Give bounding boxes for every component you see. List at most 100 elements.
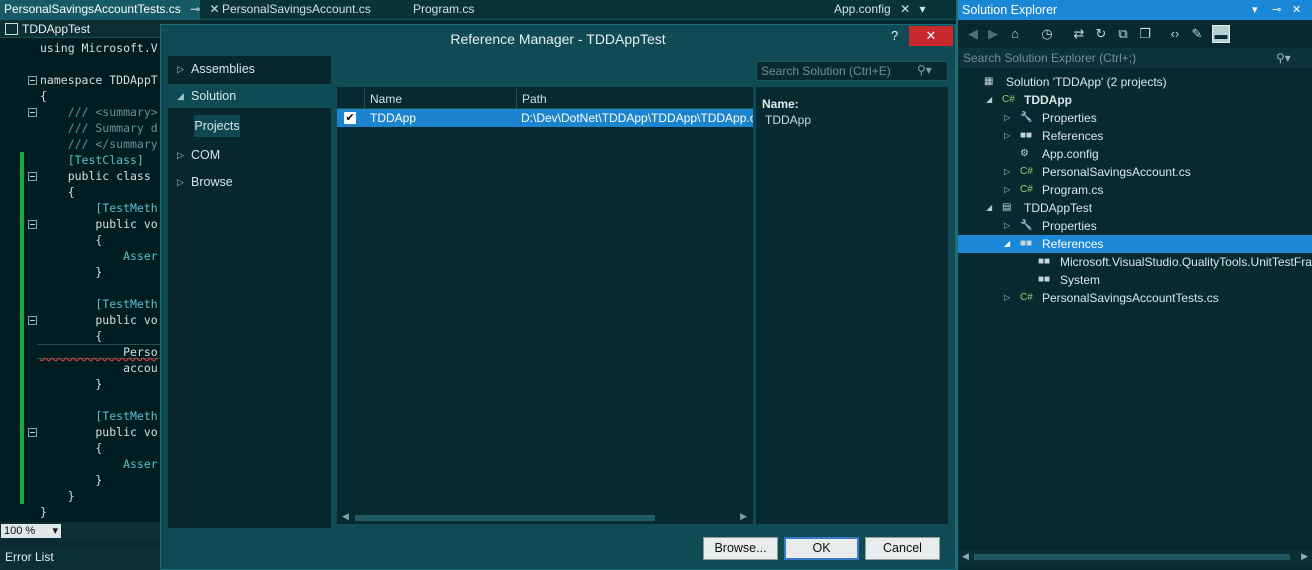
code-line[interactable]: /// </summary	[40, 136, 158, 152]
tree-expander-icon[interactable]: ◢	[986, 91, 992, 109]
table-row[interactable]: ✔ TDDApp D:\Dev\DotNet\TDDApp\TDDApp\TDD…	[337, 109, 753, 127]
code-line[interactable]: /// Summary d	[40, 120, 158, 136]
code-line[interactable]: {	[40, 440, 102, 456]
code-line[interactable]: [TestClass]	[40, 152, 144, 168]
zoom-dropdown[interactable]: 100 % ▾	[1, 524, 61, 538]
tree-node[interactable]: ▷ ■■ References	[958, 127, 1312, 145]
tab-personalsavingsaccount[interactable]: PersonalSavingsAccount.cs	[218, 0, 371, 20]
type-navigation-dropdown[interactable]: TDDAppTest	[0, 20, 160, 38]
nav-item-solution[interactable]: ◢ Solution	[168, 84, 331, 108]
code-line[interactable]: public class	[40, 168, 158, 184]
back-icon[interactable]: ◀	[964, 25, 982, 43]
tree-expander-icon[interactable]: ▷	[1004, 217, 1010, 235]
tab-program[interactable]: Program.cs	[409, 0, 474, 20]
code-line[interactable]: }	[40, 472, 102, 488]
refresh-icon[interactable]: ↻	[1092, 25, 1110, 43]
horizontal-scrollbar[interactable]: ◀ ▶	[958, 550, 1312, 564]
code-line[interactable]: [TestMeth	[40, 408, 157, 424]
nav-item-com[interactable]: ▷ COM	[168, 143, 331, 167]
code-line[interactable]: using Microsoft.V	[40, 40, 158, 56]
history-icon[interactable]: ◷	[1038, 25, 1056, 43]
pin-icon[interactable]: ⊸	[1272, 0, 1281, 20]
dialog-search-input[interactable]	[761, 63, 911, 79]
error-list-tab[interactable]: Error List	[0, 546, 160, 570]
code-line[interactable]: /// <summary>	[40, 104, 158, 120]
cancel-button[interactable]: Cancel	[865, 537, 940, 560]
close-icon[interactable]: ✕	[900, 2, 910, 16]
tab-app-config[interactable]: App.config ✕ ▾	[830, 0, 926, 20]
tree-node[interactable]: ▷ C# PersonalSavingsAccount.cs	[958, 163, 1312, 181]
code-line[interactable]: {	[40, 184, 75, 200]
tree-node[interactable]: ▦ Solution 'TDDApp' (2 projects)	[958, 73, 1312, 91]
code-line[interactable]: }	[40, 264, 102, 280]
code-line[interactable]: {	[40, 88, 47, 104]
tree-node[interactable]: ⚙ App.config	[958, 145, 1312, 163]
tree-node[interactable]: ◢ C# TDDApp	[958, 91, 1312, 109]
code-line[interactable]: }	[40, 376, 102, 392]
scroll-thumb[interactable]	[974, 554, 1290, 560]
solution-explorer-search-box[interactable]: ⚲▾	[958, 48, 1312, 68]
solution-explorer-search-input[interactable]	[963, 50, 1263, 66]
tree-expander-icon[interactable]: ▷	[1004, 289, 1010, 307]
tree-expander-icon[interactable]: ▷	[1004, 127, 1010, 145]
scroll-right-icon[interactable]: ▶	[1301, 551, 1308, 562]
code-line[interactable]: Asser	[40, 248, 158, 264]
code-line[interactable]: [TestMeth	[40, 200, 157, 216]
tree-node[interactable]: ◢ ■■ References	[958, 235, 1312, 253]
scroll-left-icon[interactable]: ◀	[962, 551, 969, 562]
home-icon[interactable]: ⌂	[1006, 25, 1024, 43]
tree-expander-icon[interactable]: ◢	[1004, 235, 1010, 253]
tree-node[interactable]: ▷ 🔧 Properties	[958, 217, 1312, 235]
code-line[interactable]: Perso	[40, 344, 158, 360]
tree-node[interactable]: ■■ Microsoft.VisualStudio.QualityTools.Un…	[958, 253, 1312, 271]
code-line[interactable]: accou	[40, 360, 158, 376]
code-line[interactable]: {	[40, 232, 102, 248]
tab-overflow-dropdown-icon[interactable]: ▾	[919, 2, 925, 16]
code-line[interactable]: Asser	[40, 456, 158, 472]
search-icon[interactable]: ⚲▾	[917, 63, 932, 77]
search-icon[interactable]: ⚲▾	[1276, 51, 1291, 65]
help-icon[interactable]: ?	[891, 28, 898, 43]
fold-toggle-icon[interactable]	[28, 76, 37, 85]
close-button[interactable]: ✕	[909, 26, 953, 46]
pin-icon[interactable]: ⊸	[190, 2, 200, 16]
nav-item-projects[interactable]: Projects	[194, 115, 240, 137]
column-header-path[interactable]: Path	[516, 89, 753, 109]
scroll-thumb[interactable]	[355, 515, 655, 521]
nav-item-browse[interactable]: ▷ Browse	[168, 170, 331, 194]
fold-toggle-icon[interactable]	[28, 316, 37, 325]
code-line[interactable]: }	[40, 488, 75, 504]
tree-expander-icon[interactable]: ▷	[1004, 181, 1010, 199]
column-header-name[interactable]: Name	[364, 89, 516, 109]
code-line[interactable]: {	[40, 328, 102, 344]
tree-expander-icon[interactable]: ▷	[1004, 109, 1010, 127]
tree-node[interactable]: ■■ System	[958, 271, 1312, 289]
fold-toggle-icon[interactable]	[28, 108, 37, 117]
collapse-all-icon[interactable]: ⧉	[1114, 25, 1132, 43]
browse-button[interactable]: Browse...	[703, 537, 778, 560]
code-line[interactable]: [TestMeth	[40, 296, 157, 312]
code-line[interactable]: public vo	[40, 216, 157, 232]
window-position-dropdown-icon[interactable]: ▾	[1252, 0, 1258, 20]
properties-icon[interactable]: ✎	[1188, 25, 1206, 43]
tree-expander-icon[interactable]: ▷	[1004, 163, 1010, 181]
reference-checkbox[interactable]: ✔	[344, 112, 356, 124]
preview-icon[interactable]: ▬	[1212, 25, 1230, 43]
code-line[interactable]: public vo	[40, 424, 157, 440]
tab-personalsavingsaccounttests[interactable]: PersonalSavingsAccountTests.cs ⊸ ✕	[0, 0, 220, 20]
scroll-right-icon[interactable]: ▶	[740, 511, 747, 522]
code-line[interactable]: }	[40, 504, 47, 520]
code-editor[interactable]: using Microsoft.V namespace TDDAppT { /// …	[0, 38, 160, 522]
fold-toggle-icon[interactable]	[28, 428, 37, 437]
scroll-left-icon[interactable]: ◀	[342, 511, 349, 522]
view-code-icon[interactable]: ‹›	[1166, 25, 1184, 43]
code-line[interactable]: namespace TDDAppT	[40, 72, 158, 88]
tree-node[interactable]: ◢ ▤ TDDAppTest	[958, 199, 1312, 217]
horizontal-scrollbar[interactable]: ◀ ▶	[337, 511, 753, 524]
tree-expander-icon[interactable]: ◢	[986, 199, 992, 217]
tree-node[interactable]: ▷ 🔧 Properties	[958, 109, 1312, 127]
code-line[interactable]: public vo	[40, 312, 157, 328]
nav-item-assemblies[interactable]: ▷ Assemblies	[168, 57, 331, 81]
dialog-search-box[interactable]: ⚲▾	[756, 61, 948, 81]
close-icon[interactable]: ✕	[1292, 0, 1301, 20]
